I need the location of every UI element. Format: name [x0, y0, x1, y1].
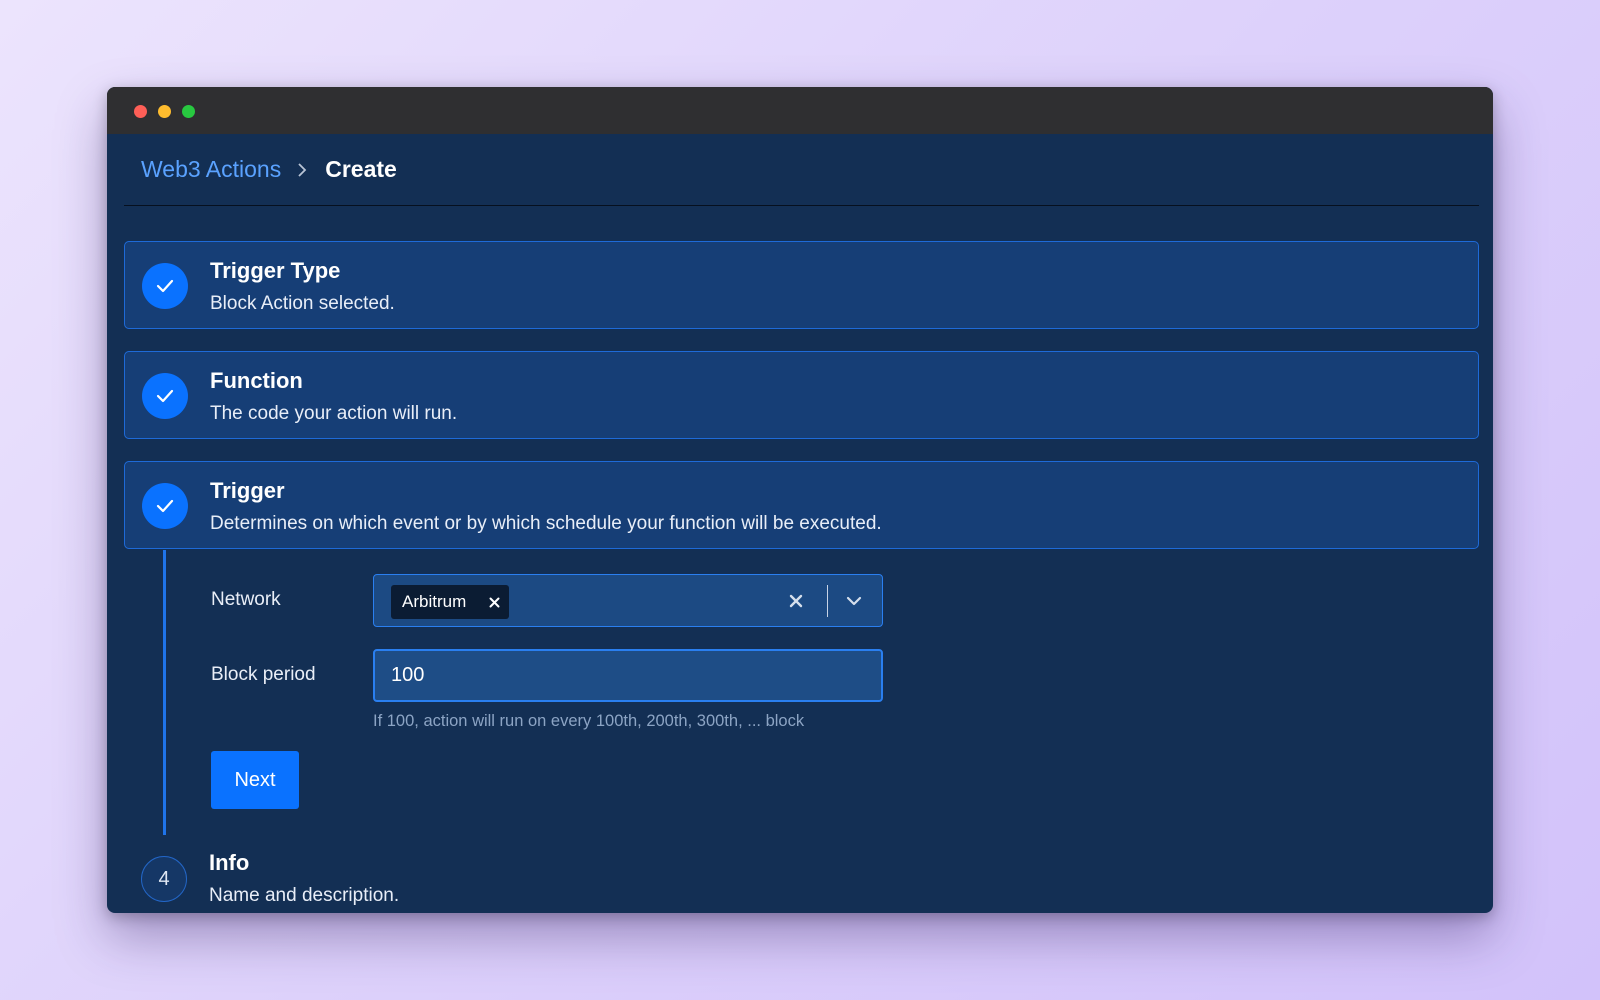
step-number-badge[interactable]: 4	[141, 856, 187, 902]
remove-tag-icon[interactable]	[489, 585, 500, 619]
tag-label: Arbitrum	[402, 592, 467, 611]
next-button[interactable]: Next	[211, 751, 299, 809]
select-separator	[827, 585, 828, 617]
step-connector-line	[163, 550, 166, 835]
network-tag-arbitrum: Arbitrum	[391, 585, 509, 619]
maximize-window-button[interactable]	[182, 105, 195, 118]
network-select[interactable]: Arbitrum	[373, 574, 883, 627]
block-period-label: Block period	[211, 664, 316, 685]
block-period-input[interactable]	[373, 649, 883, 702]
check-icon	[142, 263, 188, 309]
chevron-right-icon	[297, 162, 307, 177]
check-icon	[142, 373, 188, 419]
step-description: Block Action selected.	[210, 293, 395, 314]
header-divider	[124, 205, 1479, 206]
app-window: Web3 Actions Create Trigger Type Block A…	[107, 87, 1493, 913]
clear-selection-icon[interactable]	[786, 590, 806, 612]
minimize-window-button[interactable]	[158, 105, 171, 118]
page-content: Web3 Actions Create Trigger Type Block A…	[107, 134, 1493, 913]
step-description: Determines on which event or by which sc…	[210, 513, 882, 534]
window-titlebar	[107, 87, 1493, 134]
network-label: Network	[211, 589, 281, 610]
step-title: Trigger	[210, 478, 285, 503]
breadcrumb-web3-actions-link[interactable]: Web3 Actions	[141, 156, 281, 183]
step-function[interactable]: Function The code your action will run.	[124, 351, 1479, 439]
breadcrumb-current-page: Create	[325, 156, 397, 182]
step-info-description: Name and description.	[209, 885, 400, 906]
close-window-button[interactable]	[134, 105, 147, 118]
step-title: Trigger Type	[210, 258, 341, 283]
chevron-down-icon[interactable]	[844, 590, 864, 612]
breadcrumb: Web3 Actions Create	[141, 156, 397, 183]
check-icon	[142, 483, 188, 529]
step-trigger-type[interactable]: Trigger Type Block Action selected.	[124, 241, 1479, 329]
block-period-hint: If 100, action will run on every 100th, …	[373, 712, 805, 730]
step-trigger[interactable]: Trigger Determines on which event or by …	[124, 461, 1479, 549]
step-description: The code your action will run.	[210, 403, 458, 424]
step-title: Function	[210, 368, 303, 393]
step-info-title[interactable]: Info	[209, 850, 249, 876]
